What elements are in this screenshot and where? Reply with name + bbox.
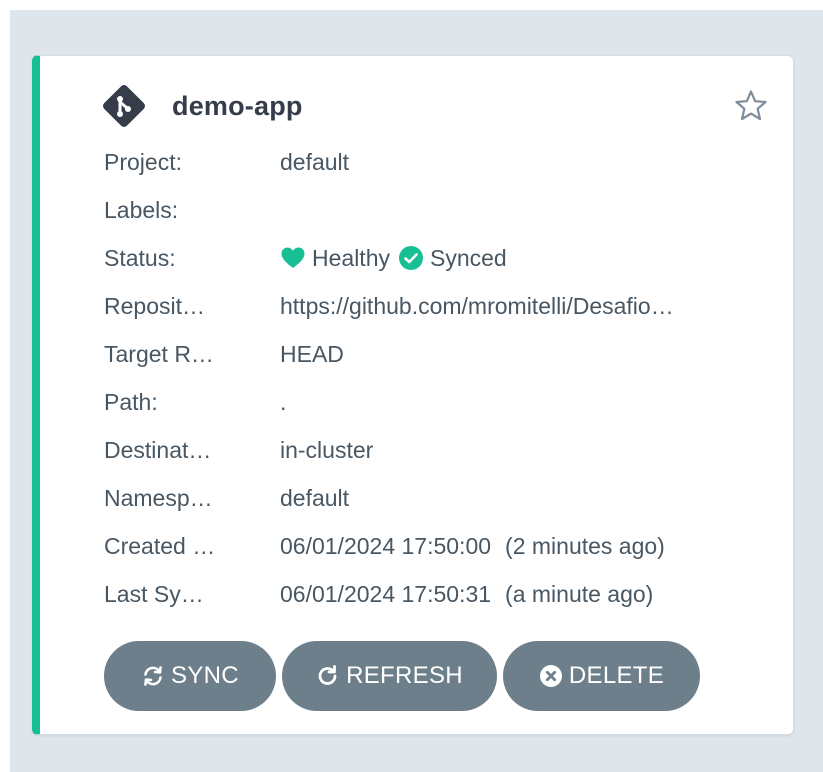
status-label: Status: [104,244,176,271]
repository-label: Reposit… [104,292,205,319]
health-status: Healthy [312,244,390,271]
sync-button[interactable]: SYNC [104,641,276,711]
delete-button-label: DELETE [568,662,665,689]
sync-status: Synced [429,244,507,271]
destination-value: in-cluster [280,437,374,464]
target-revision-value: HEAD [280,340,344,367]
path-row: Path: . [104,378,674,426]
redo-icon [318,665,337,685]
repository-row: Reposit… https://github.com/mromitelli/D… [104,282,674,330]
namespace-value: default [280,485,350,512]
tile-header: demo-app [98,85,303,127]
sync-button-label: SYNC [171,662,239,689]
last-sync-value: 06/01/2024 17:50:31 (a minute ago) [280,581,653,608]
created-label: Created … [104,533,216,560]
labels-row: Labels: [104,186,674,234]
delete-button[interactable]: DELETE [503,641,700,711]
status-value: Healthy Synced [280,245,507,272]
app-details: Project: default Labels: Status: Healthy… [104,138,674,619]
check-circle-icon [398,246,423,271]
app-name[interactable]: demo-app [172,91,303,122]
target-revision-label: Target R… [104,340,214,367]
sync-icon [144,666,162,686]
refresh-button-label: REFRESH [346,662,463,689]
heart-icon [281,247,305,269]
git-diamond-icon [103,85,145,127]
destination-label: Destinat… [104,437,212,464]
destination-row: Destinat… in-cluster [104,427,674,475]
last-sync-row: Last Sy… 06/01/2024 17:50:31 (a minute a… [104,571,674,619]
star-outline-icon[interactable] [733,88,769,124]
last-sync-timestamp: 06/01/2024 17:50:31 [280,581,492,608]
namespace-row: Namesp… default [104,475,674,523]
project-row: Project: default [104,138,674,186]
status-row: Status: Healthy Synced [104,234,674,282]
path-label: Path: [104,389,158,416]
repository-value[interactable]: https://github.com/mromitelli/Desafio… [280,293,674,320]
tile-actions: SYNC REFRESH DELETE [104,641,700,711]
created-relative: (2 minutes ago) [505,533,665,560]
refresh-button[interactable]: REFRESH [282,641,497,711]
application-tile[interactable]: demo-app Project: default Labels: Status… [32,55,794,735]
created-row: Created … 06/01/2024 17:50:00 (2 minutes… [104,523,674,571]
target-revision-row: Target R… HEAD [104,330,674,378]
path-value: . [280,389,287,416]
labels-label: Labels: [104,196,179,223]
created-value: 06/01/2024 17:50:00 (2 minutes ago) [280,533,665,560]
created-timestamp: 06/01/2024 17:50:00 [280,533,492,560]
project-value: default [280,148,350,175]
project-label: Project: [104,148,182,175]
last-sync-relative: (a minute ago) [505,581,654,608]
times-circle-icon [539,665,562,687]
last-sync-label: Last Sy… [104,581,204,608]
namespace-label: Namesp… [104,485,213,512]
